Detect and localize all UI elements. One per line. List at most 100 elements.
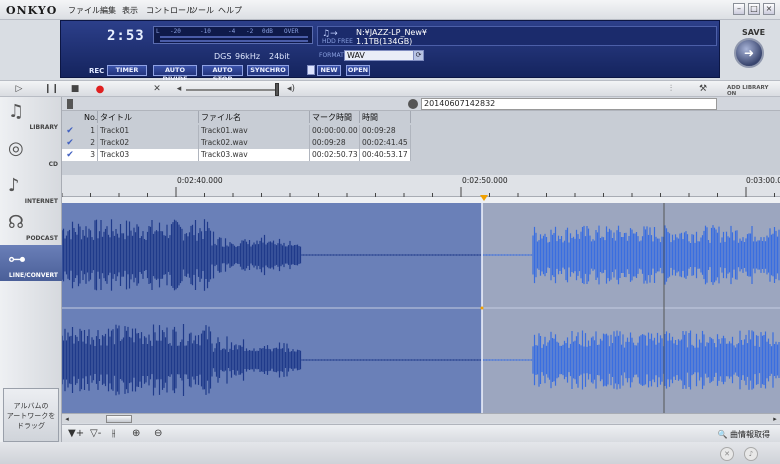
col-header-no[interactable]: No.	[82, 111, 98, 123]
add-library-label[interactable]: ADD LIBRARY ON	[727, 85, 768, 97]
cell-title: Track03	[98, 149, 199, 161]
auto-stop-button[interactable]: AUTO STOP	[202, 65, 243, 83]
cell-filename: Track01.wav	[199, 125, 310, 137]
meter-channel-label: L	[156, 28, 160, 35]
menu-edit[interactable]: 編集	[100, 5, 116, 16]
stop-button[interactable]: ■	[68, 83, 82, 96]
timeline-label: 0:02:40.000	[177, 176, 223, 185]
cell-filename: Track03.wav	[199, 149, 310, 161]
close-button[interactable]: ×	[763, 3, 775, 15]
cell-no: 3	[82, 149, 98, 161]
menu-help[interactable]: ヘルプ	[218, 5, 242, 16]
artwork-drop-text: アルバムの アートワークを ドラッグ	[6, 402, 56, 430]
save-button[interactable]: ➜	[734, 38, 764, 68]
timeline-ruler[interactable]: 0:02:40.000 0:02:50.000 0:03:00.00	[62, 175, 780, 197]
maximize-button[interactable]: □	[748, 3, 760, 15]
horizontal-scrollbar[interactable]: ◂ ▸	[62, 413, 780, 423]
level-meter: L -20 -10 -4 -2 0dB OVER	[153, 26, 313, 44]
auto-divide-button[interactable]: AUTO DIVIDE	[153, 65, 197, 83]
format-dropdown-icon[interactable]: ⟳	[413, 50, 424, 61]
menu-view[interactable]: 表示	[122, 5, 138, 16]
cell-no: 2	[82, 137, 98, 149]
remove-marker-icon[interactable]: ▽-	[90, 428, 101, 439]
cell-time: 00:09:28	[360, 125, 411, 137]
timer-button[interactable]: TIMER	[107, 65, 147, 76]
save-folder-box[interactable]: ♫→ HDD FREE N:¥JAZZ-LP_New¥ 1.1TB(134GB)	[317, 26, 717, 46]
col-header-title[interactable]: タイトル	[98, 111, 199, 123]
project-name-field[interactable]: 20140607142832	[421, 98, 717, 110]
pin-icon	[67, 99, 73, 109]
table-row[interactable]: ✔ 2 Track02 Track02.wav 00:09:28 00:02:4…	[62, 137, 411, 149]
sidebar-item-cd[interactable]: ◎ CD	[0, 134, 62, 170]
check-icon[interactable]: ✔	[64, 125, 76, 137]
col-header-time[interactable]: 時間	[360, 111, 411, 123]
get-track-info-label: 曲情報取得	[730, 430, 770, 439]
podcast-icon: ☊	[8, 212, 24, 233]
sidebar-item-label: CD	[48, 161, 58, 168]
col-header-filename[interactable]: ファイル名	[199, 111, 310, 123]
transport-bar: ▷ ❙❙ ■ ● ✕ ◂ ◂) ⫶ ⚒ ADD LIBRARY ON	[0, 80, 780, 97]
net-off-icon[interactable]: ✕	[720, 447, 734, 461]
hdd-free-value: 1.1TB(134GB)	[356, 37, 413, 46]
table-row[interactable]: ✔ 1 Track01 Track01.wav 00:00:00.00 00:0…	[62, 125, 411, 137]
volume-slider[interactable]	[186, 89, 276, 91]
menu-control[interactable]: コントロール	[146, 5, 194, 16]
table-row[interactable]: ✔ 3 Track03 Track03.wav 00:02:50.73 00:4…	[62, 149, 411, 161]
mute-status-icon[interactable]: ♪	[744, 447, 758, 461]
record-button[interactable]: ●	[93, 83, 107, 96]
scroll-left-icon[interactable]: ◂	[62, 414, 72, 424]
equalizer-icon[interactable]: ⫶	[664, 83, 678, 96]
synchro-button[interactable]: SYNCHRO	[247, 65, 289, 76]
sidebar-item-label: PODCAST	[26, 235, 58, 242]
volume-slider-knob[interactable]	[275, 83, 279, 96]
hdd-free-label: HDD FREE	[322, 38, 353, 45]
pause-button[interactable]: ❙❙	[44, 83, 59, 96]
status-bar: ✕ ♪	[0, 442, 780, 464]
cell-title: Track02	[98, 137, 199, 149]
track-table: No. タイトル ファイル名 マーク時間 時間 ✔ 1 Track01 Trac…	[62, 111, 780, 175]
zoom-in-icon[interactable]: ⊕	[132, 428, 140, 439]
title-bar: ONKYO ファイル 編集 表示 コントロール ツール ヘルプ – □ ×	[0, 0, 780, 20]
scroll-thumb[interactable]	[106, 415, 132, 423]
meter-scale-label: -20	[170, 28, 181, 35]
bit-depth: 24bit	[269, 52, 290, 61]
add-marker-icon[interactable]: ▼+	[68, 428, 84, 439]
sidebar-item-internet[interactable]: ♪ INTERNET	[0, 171, 62, 207]
cell-mark-time: 00:00:00.00	[310, 125, 360, 137]
meter-scale-label: -10	[200, 28, 211, 35]
zoom-out-icon[interactable]: ⊖	[154, 428, 162, 439]
sidebar-item-library[interactable]: ♫ LIBRARY	[0, 97, 62, 133]
play-button[interactable]: ▷	[12, 83, 26, 96]
save-label: SAVE	[742, 28, 766, 37]
cell-mark-time: 00:02:50.73	[310, 149, 360, 161]
waveform-view[interactable]	[62, 203, 780, 413]
sidebar-item-line-convert[interactable]: ⊶ LINE/CONVERT	[0, 245, 62, 281]
get-track-info-button[interactable]: 🔍 曲情報取得	[717, 429, 770, 440]
format-select[interactable]: WAV	[344, 50, 416, 61]
library-icon: ♫	[8, 101, 25, 122]
cell-mark-time: 00:09:28	[310, 137, 360, 149]
settings-tools-icon[interactable]: ⚒	[696, 83, 710, 96]
artwork-drop-zone[interactable]: アルバムの アートワークを ドラッグ	[3, 388, 59, 442]
volume-low-icon: ◂	[176, 84, 182, 94]
menu-file[interactable]: ファイル	[68, 5, 100, 16]
timeline-label: 0:02:50.000	[462, 176, 508, 185]
cell-time: 00:40:53.17	[360, 149, 411, 161]
timeline-label: 0:03:00.00	[746, 176, 780, 185]
menu-tools[interactable]: ツール	[190, 5, 214, 16]
new-button[interactable]: NEW	[317, 65, 341, 76]
split-icon[interactable]: ⫲	[112, 428, 115, 439]
meter-bar-right	[160, 40, 308, 42]
open-button[interactable]: OPEN	[346, 65, 370, 76]
sidebar-item-podcast[interactable]: ☊ PODCAST	[0, 208, 62, 244]
mute-icon[interactable]: ✕	[150, 83, 164, 96]
col-header-mark-time[interactable]: マーク時間	[310, 111, 360, 123]
check-icon[interactable]: ✔	[64, 149, 76, 161]
disc-icon	[408, 99, 418, 109]
scroll-right-icon[interactable]: ▸	[770, 414, 780, 424]
check-icon[interactable]: ✔	[64, 137, 76, 149]
minimize-button[interactable]: –	[733, 3, 745, 15]
sidebar-item-label: LIBRARY	[29, 124, 58, 131]
track-marker[interactable]	[480, 195, 488, 201]
waveform	[62, 203, 780, 413]
